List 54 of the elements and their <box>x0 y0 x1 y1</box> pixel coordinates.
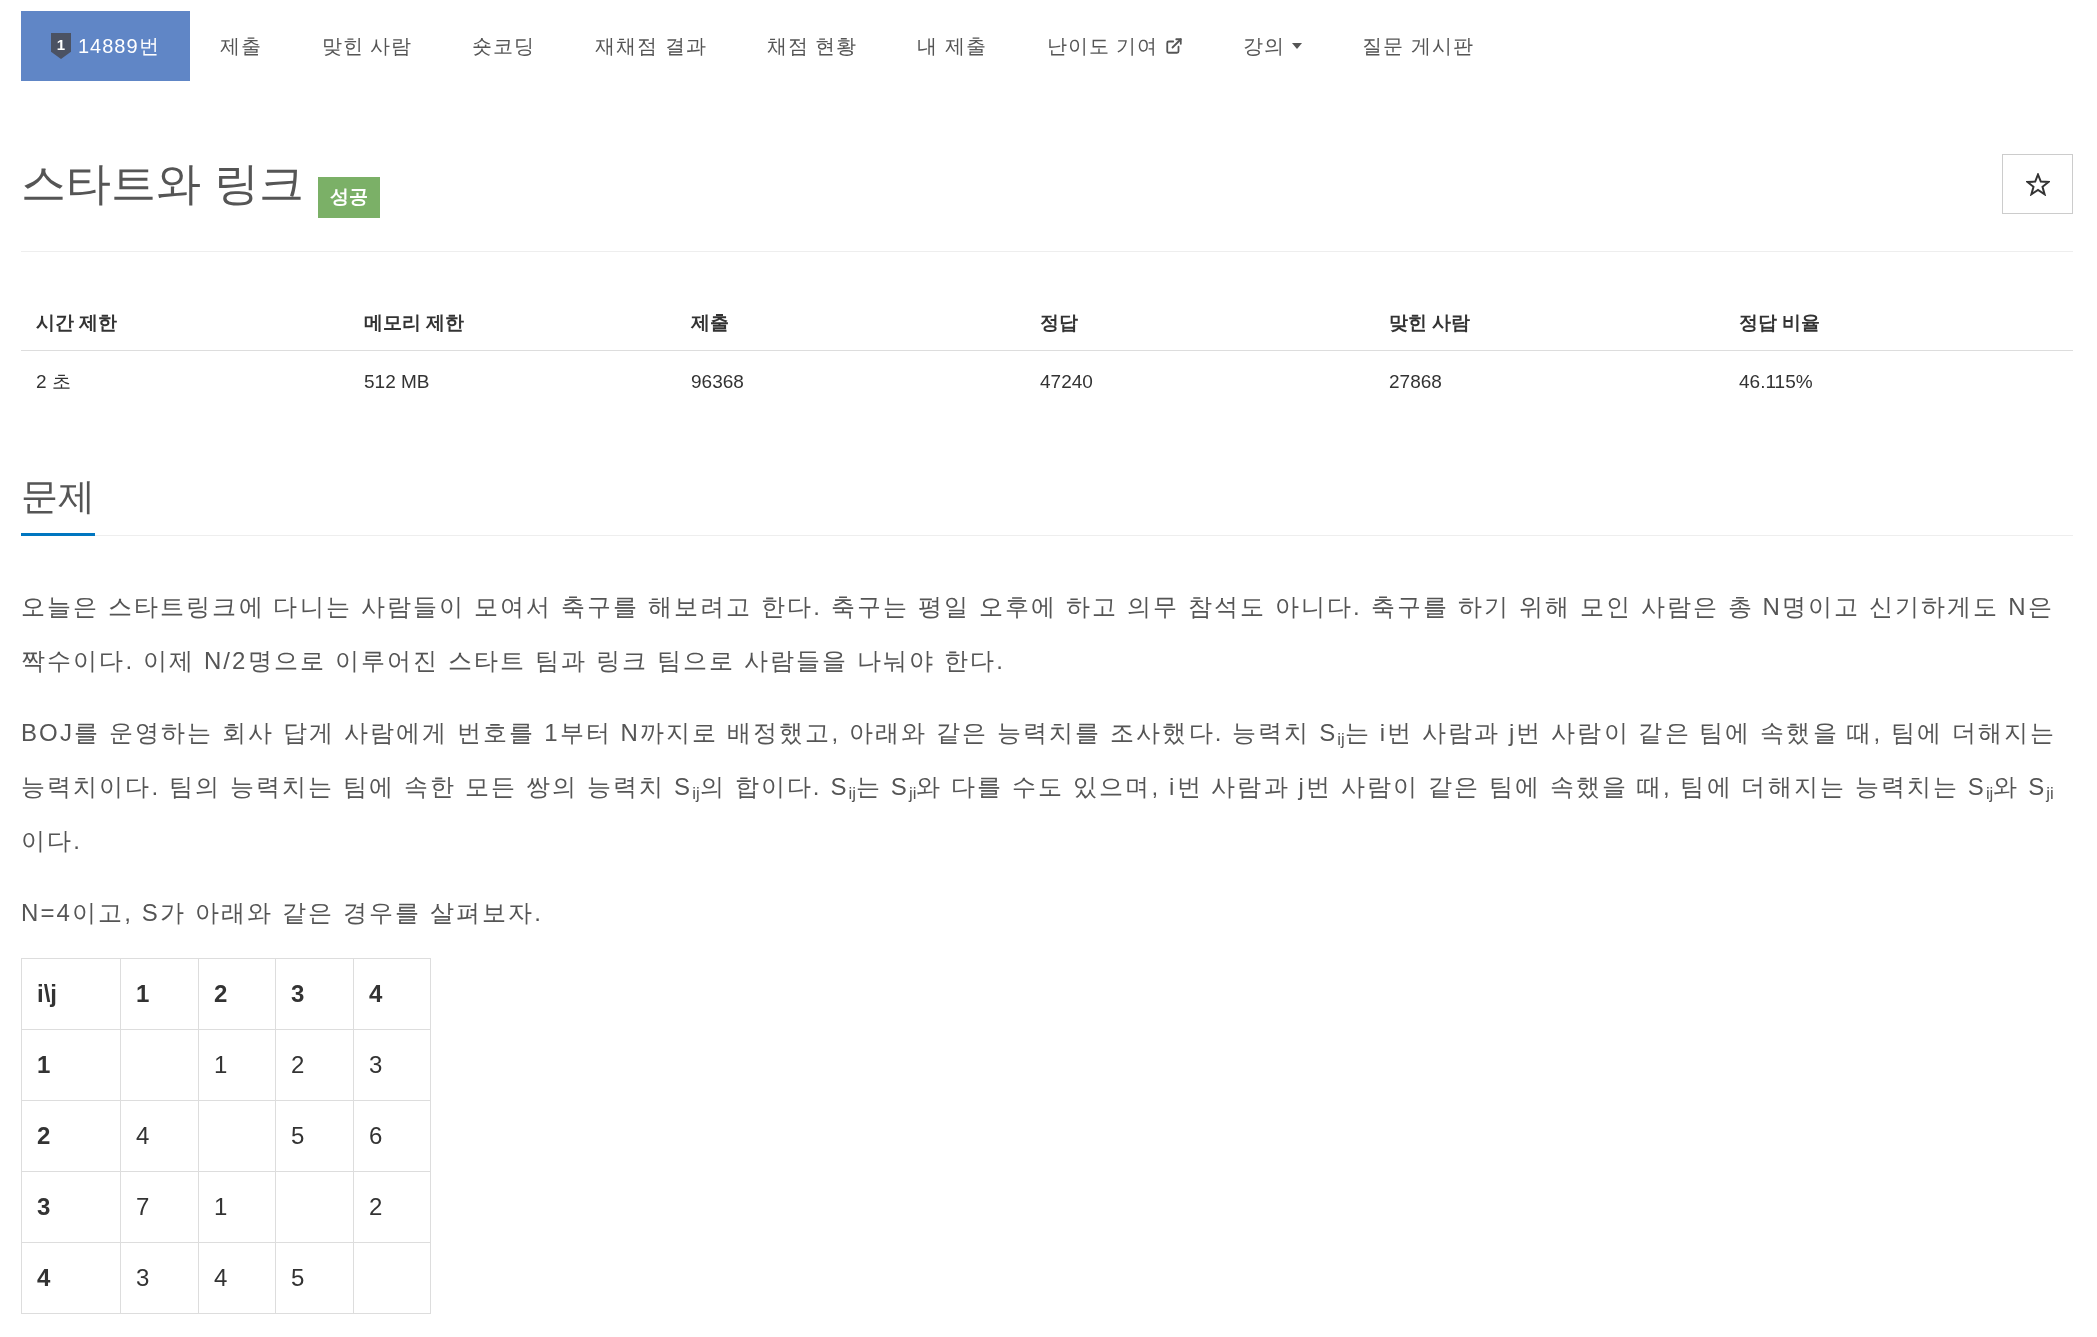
caret-icon <box>1292 43 1303 49</box>
row-header-cell: 4 <box>21 1242 121 1314</box>
header-cell: 1 <box>120 958 199 1030</box>
status-badge: 성공 <box>317 176 380 218</box>
problem-paragraph: 오늘은 스타트링크에 다니는 사람들이 모여서 축구를 해보려고 한다. 축구는 평일 오후에 하고 의무 참석도 아니다. 축구를 하기 위해 모인 사람은 총 N명이고 신기하게도 N은 짝수이다. 이제 N/2명으로 이루어진 스타트 팀과 링크 팀으로 사람들을 나눠야 한다. <box>21 592 2055 676</box>
row-header-cell: 3 <box>21 1171 121 1243</box>
table-cell: 47240 <box>1025 350 1374 414</box>
table-cell: 3 <box>353 1029 431 1101</box>
nav-tab[interactable]: 제출 <box>189 11 292 81</box>
column-header: 메모리 제한 <box>349 296 676 350</box>
header-cell: 4 <box>353 958 431 1030</box>
table-cell: 96368 <box>676 350 1025 414</box>
table-cell: 2 <box>353 1171 431 1243</box>
header-cell: 3 <box>275 958 354 1030</box>
column-header: 정답 <box>1025 296 1374 350</box>
column-header: 맞힌 사람 <box>1374 296 1724 350</box>
column-header: 시간 제한 <box>21 296 349 350</box>
level-badge: 1 <box>51 33 71 59</box>
table-cell: 512 MB <box>349 350 676 414</box>
header-cell: 2 <box>198 958 276 1030</box>
table-cell: 27868 <box>1374 350 1724 414</box>
table-cell: 4 <box>120 1100 199 1172</box>
table-cell: 4 <box>198 1242 276 1314</box>
table-cell: 2 초 <box>21 350 349 414</box>
section-heading: 문제 <box>21 475 95 536</box>
row-header-cell: 2 <box>21 1100 121 1172</box>
problem-title: 스타트와 링크 <box>21 159 304 209</box>
table-cell: 5 <box>275 1242 354 1314</box>
table-cell: 1 <box>198 1029 276 1101</box>
nav-tab[interactable]: 질문 게시판 <box>1332 11 1504 81</box>
table-cell: 5 <box>275 1100 354 1172</box>
table-cell: 3 <box>120 1242 199 1314</box>
column-header: 정답 비율 <box>1724 296 2073 350</box>
nav-tab[interactable]: 재채점 결과 <box>565 11 737 81</box>
tab-label: 14889번 <box>78 33 160 59</box>
table-cell: 46.115% <box>1724 350 2073 414</box>
favorite-button[interactable] <box>2002 154 2073 214</box>
nav-tab[interactable]: 숏코딩 <box>442 11 566 81</box>
nav-tab[interactable]: 내 제출 <box>887 11 1017 81</box>
nav-tab[interactable]: 난이도 기여 <box>1016 11 1214 81</box>
nav-tab[interactable]: 강의 <box>1213 11 1333 81</box>
table-cell: 2 <box>275 1029 354 1101</box>
nav-tab[interactable]: 채점 현황 <box>736 11 888 81</box>
column-header: 제출 <box>676 296 1025 350</box>
external-link-icon <box>1165 37 1184 55</box>
header-cell: i\j <box>21 958 121 1030</box>
row-header-cell: 1 <box>21 1029 121 1101</box>
problem-paragraph: N=4이고, S가 아래와 같은 경우를 살펴보자. <box>21 898 544 928</box>
table-cell: 6 <box>353 1100 431 1172</box>
table-cell: 7 <box>120 1171 199 1243</box>
active-tab[interactable]: 1 14889번 <box>21 11 190 81</box>
nav-tab[interactable]: 맞힌 사람 <box>291 11 443 81</box>
problem-paragraph: BOJ를 운영하는 회사 답게 사람에게 번호를 1부터 N까지로 배정했고, 아래와 같은 능력치를 조사했다. 능력치 S$_{ij}$는 i번 사람과 j번 사람이 같은 팀에 속했을 때, 팀에 더해지는 능력치이다. 팀의 능력치는 팀에 속한 모든 쌍의 능력치 S$_{ij}$의 합이다. S$_{ij}$는 S$_{ji}$와 다를 수도 있으며, i번 사람과 j번 사람이 같은 팀에 속했을 때, 팀에 더해지는 능력치는 S$_{ij}$와 S$_{ji}$이다. <box>21 718 2058 856</box>
table-cell: 1 <box>198 1171 276 1243</box>
